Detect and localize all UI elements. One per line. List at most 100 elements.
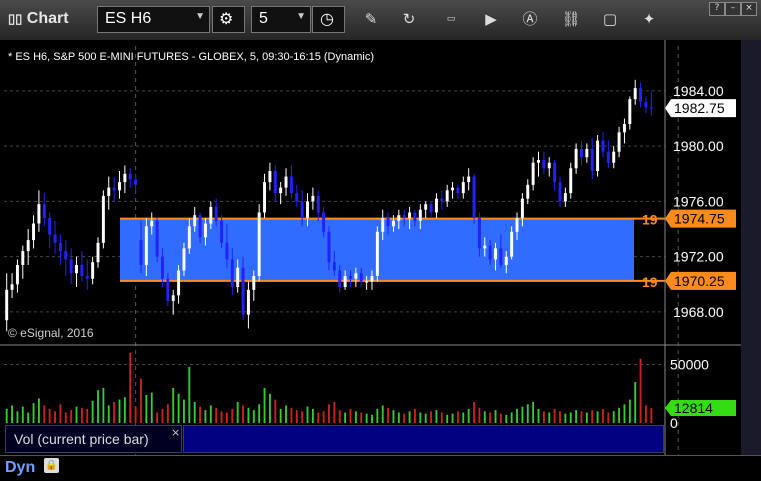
interval-dropdown[interactable]: 5 ▼ — [251, 6, 311, 33]
candle-body — [64, 251, 68, 260]
candle-body — [279, 187, 283, 194]
candle-body — [139, 240, 143, 265]
volume-tick-label: 50000 — [670, 357, 709, 373]
candle-body — [547, 162, 551, 169]
candle-body — [144, 226, 148, 265]
candle-body — [150, 220, 154, 227]
candle-body — [75, 264, 78, 274]
pencil-icon[interactable]: ✎ — [360, 8, 382, 30]
link-icon[interactable]: ⛓ — [560, 8, 582, 30]
candle-body — [612, 151, 616, 163]
symbol-dropdown[interactable]: ES H6 ▼ — [97, 6, 210, 33]
candle-body — [214, 206, 218, 221]
lock-icon[interactable]: 🔒 — [44, 458, 59, 473]
candle-body — [365, 281, 369, 283]
candle-body — [644, 101, 648, 108]
candle-body — [558, 182, 562, 202]
y-tick-label: 1976.00 — [673, 193, 724, 209]
candle-body — [461, 182, 465, 194]
candle-body — [306, 201, 309, 218]
symbol-settings-button[interactable]: ⚙ — [212, 6, 245, 33]
clock-icon: ◷ — [320, 11, 334, 28]
chart-area[interactable]: 19 1974.75 19 1970.25 1984.00 1980.00 1976.00… — [0, 40, 741, 455]
volume-study-strip — [183, 425, 664, 453]
candle-body — [585, 148, 589, 158]
alert-icon[interactable]: Ⓐ — [519, 8, 541, 30]
candle-body — [434, 198, 438, 213]
candle-body — [429, 204, 433, 213]
candle-body — [606, 151, 610, 163]
candle-body — [569, 168, 573, 194]
candle-body — [177, 270, 181, 296]
chart-title: * ES H6, S&P 500 E-MINI FUTURES - GLOBEX… — [8, 51, 374, 63]
candle-body — [332, 262, 336, 271]
y-tick-label: 1984.00 — [673, 83, 724, 99]
candle-body — [622, 124, 626, 133]
candle-body — [542, 159, 546, 169]
candle-body — [617, 132, 621, 152]
candle-body — [21, 251, 25, 265]
candle-body — [257, 212, 261, 277]
candle-body — [246, 289, 250, 315]
minimize-button[interactable]: – — [725, 2, 741, 16]
chat-icon[interactable]: ▢ — [599, 8, 621, 30]
window-title-text: Chart — [26, 10, 69, 27]
candle-body — [32, 223, 36, 241]
candle-body — [273, 171, 277, 194]
candle-body — [236, 267, 240, 288]
twitter-icon[interactable]: ✦ — [638, 8, 660, 30]
chart-app-icon: ▯▯ — [8, 11, 23, 26]
candle-body — [80, 264, 84, 277]
candle-body — [53, 234, 57, 243]
dynamic-mode-label[interactable]: Dyn — [5, 459, 35, 477]
candle-body — [515, 217, 519, 232]
close-button[interactable]: × — [741, 2, 757, 16]
candle-body — [370, 276, 374, 282]
y-tick-label: 1968.00 — [673, 304, 724, 320]
zone-upper-marker: 19 — [642, 212, 658, 228]
close-study-icon[interactable]: × — [171, 426, 180, 439]
candle-body — [160, 256, 164, 279]
candle-body — [225, 242, 229, 260]
candle-body — [456, 187, 460, 194]
candle-body — [467, 176, 471, 183]
quote-box-icon[interactable]: ▭ — [440, 8, 462, 30]
copyright-label: © eSignal, 2016 — [8, 326, 94, 340]
candle-body — [96, 242, 100, 263]
candle-body — [198, 215, 202, 238]
help-button[interactable]: ? — [709, 2, 725, 16]
candle-body — [42, 204, 46, 218]
refresh-icon[interactable]: ↻ — [398, 8, 420, 30]
candle-body — [596, 140, 600, 172]
candle-body — [5, 289, 9, 321]
title-bar: ▯▯ Chart ES H6 ▼ ⚙ 5 ▼ ◷ ✎ ↻ ▭ ▶ Ⓐ ⛓ ▢ ✦ ?… — [0, 0, 761, 41]
candle-body — [193, 215, 197, 227]
candle-body — [375, 231, 379, 277]
time-template-button[interactable]: ◷ — [312, 6, 345, 33]
candle-body — [359, 273, 363, 282]
last-price-label: 1982.75 — [674, 100, 725, 116]
zone-upper-price-label: 1974.75 — [674, 211, 725, 227]
candle-body — [633, 88, 637, 100]
volume-study-label[interactable]: Vol (current price bar) — [5, 425, 182, 453]
candle-body — [166, 278, 170, 301]
candle-body — [91, 262, 95, 279]
candle-body — [580, 148, 583, 158]
candle-body — [649, 107, 653, 109]
candle-body — [504, 256, 508, 265]
candle-body — [187, 226, 191, 249]
candle-body — [494, 248, 498, 260]
candle-body — [472, 176, 476, 218]
candle-body — [349, 276, 352, 279]
volume-study-label-text: Vol (current price bar) — [14, 431, 149, 447]
candle-body — [520, 198, 524, 218]
candle-body — [48, 217, 52, 235]
volume-tick-label: 0 — [670, 415, 678, 431]
candle-body — [327, 231, 331, 263]
candle-body — [537, 159, 540, 163]
play-icon[interactable]: ▶ — [480, 8, 502, 30]
candle-body — [574, 148, 578, 169]
candle-body — [499, 248, 503, 265]
candle-body — [112, 187, 116, 191]
candle-body — [268, 171, 272, 183]
